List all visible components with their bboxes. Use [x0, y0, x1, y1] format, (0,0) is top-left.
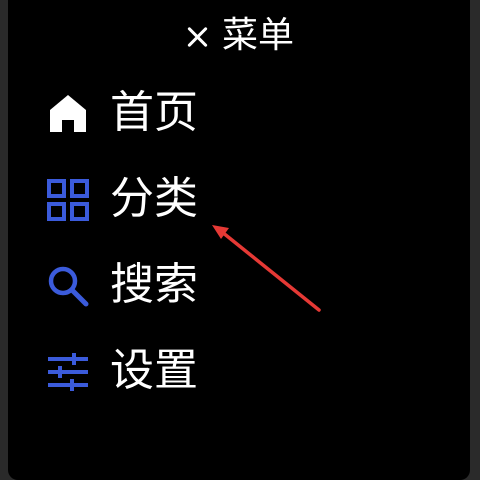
- device-screen: 菜单 首页 分类 搜索 设置: [0, 0, 480, 480]
- grid-icon: [47, 179, 89, 221]
- close-icon[interactable]: [184, 23, 212, 51]
- search-icon: [48, 266, 89, 307]
- menu-item-home[interactable]: 首页: [8, 74, 470, 160]
- home-icon: [50, 95, 86, 132]
- menu-list: 首页 分类 搜索 设置: [8, 74, 470, 418]
- menu-title: 菜单: [221, 15, 294, 56]
- menu-panel: 菜单 首页 分类 搜索 设置: [8, 0, 470, 480]
- sliders-icon: [48, 353, 88, 391]
- menu-item-label: 搜索: [110, 259, 198, 310]
- menu-header[interactable]: 菜单: [8, 10, 470, 62]
- menu-item-categories[interactable]: 分类: [8, 160, 470, 246]
- menu-item-search[interactable]: 搜索: [8, 246, 470, 332]
- menu-item-settings[interactable]: 设置: [8, 332, 470, 418]
- menu-item-label: 设置: [110, 345, 198, 396]
- menu-item-label: 分类: [110, 173, 198, 224]
- menu-item-label: 首页: [110, 87, 198, 138]
